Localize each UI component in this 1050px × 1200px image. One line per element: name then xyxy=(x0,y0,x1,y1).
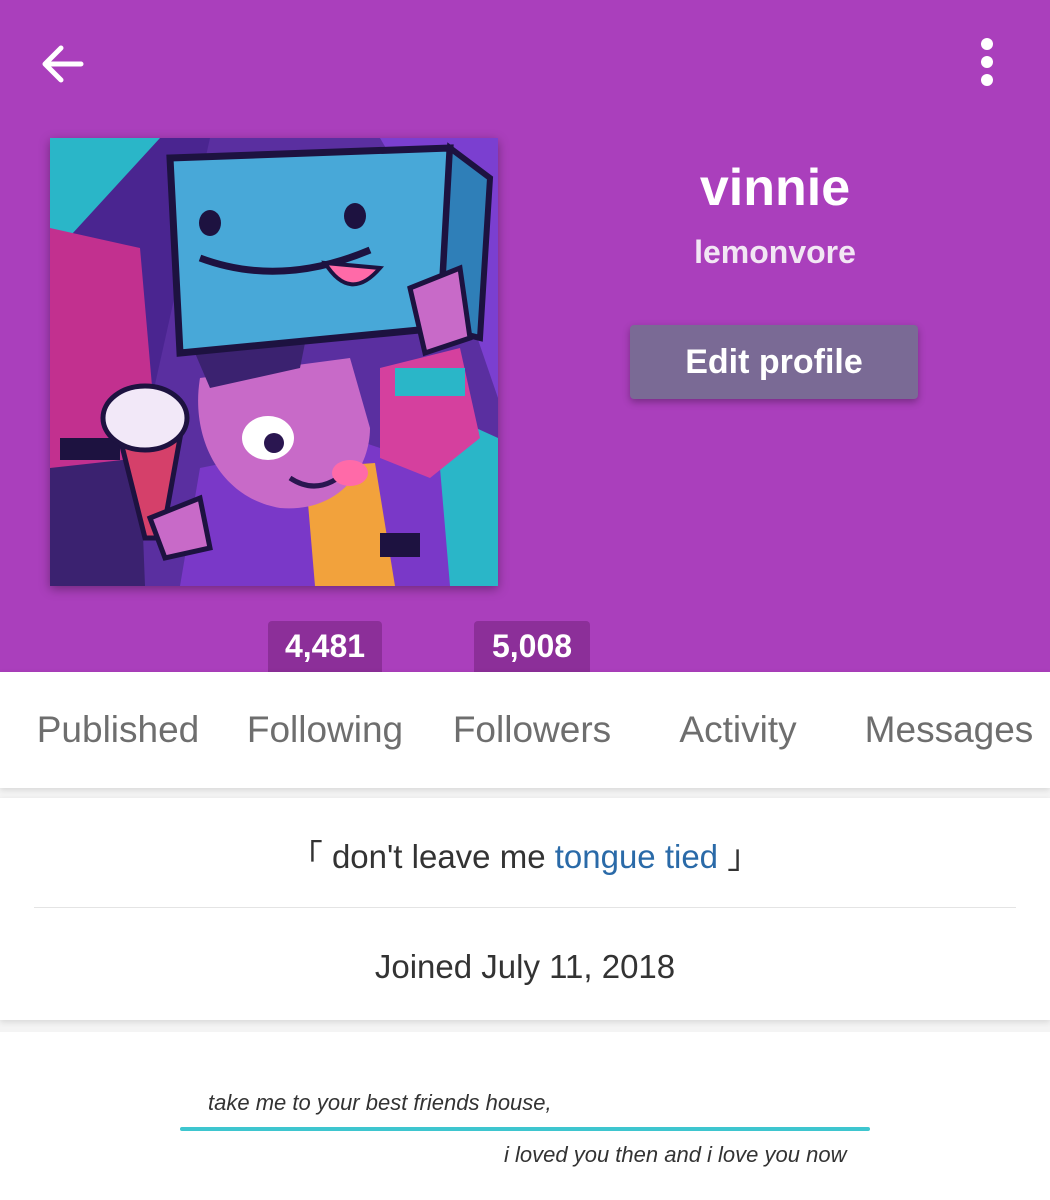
bio: 「 don't leave me tongue tied 」 xyxy=(0,830,1050,878)
more-vertical-icon xyxy=(981,38,993,86)
tab-published[interactable]: Published xyxy=(20,672,216,788)
edit-profile-button[interactable]: Edit profile xyxy=(630,325,918,399)
joined-date: Joined July 11, 2018 xyxy=(374,948,676,985)
more-options-button[interactable] xyxy=(955,30,1019,94)
tab-followers[interactable]: Followers xyxy=(436,672,628,788)
tab-messages[interactable]: Messages xyxy=(850,672,1048,788)
avatar[interactable] xyxy=(50,138,498,586)
about-card: 「 don't leave me tongue tied 」 Joined Ju… xyxy=(0,798,1050,1020)
tab-following[interactable]: Following xyxy=(232,672,418,788)
tab-activity[interactable]: Activity xyxy=(660,672,816,788)
followers-count: 5,008 xyxy=(474,621,590,672)
display-name: vinnie xyxy=(699,159,851,217)
bio-text-open: 「 don't leave me xyxy=(289,838,555,875)
profile-header: vinnie lemonvore Edit profile 4,481 5,00… xyxy=(0,0,1050,672)
profile-tabs: Published Following Followers Activity M… xyxy=(0,672,1050,788)
divider xyxy=(34,907,1016,908)
quote-line-1: take me to your best friends house, xyxy=(208,1090,552,1115)
back-button[interactable] xyxy=(30,32,94,96)
avatar-illustration xyxy=(50,138,498,586)
bio-text-close: 」 xyxy=(718,838,761,875)
following-count: 4,481 xyxy=(268,621,382,672)
quote-section: take me to your best friends house, i lo… xyxy=(0,1032,1050,1200)
quote-line-2: i loved you then and i love you now xyxy=(504,1142,847,1167)
bio-link[interactable]: tongue tied xyxy=(555,838,718,875)
username: lemonvore xyxy=(694,234,856,270)
arrow-left-icon xyxy=(42,45,84,83)
quote-divider xyxy=(180,1127,870,1131)
